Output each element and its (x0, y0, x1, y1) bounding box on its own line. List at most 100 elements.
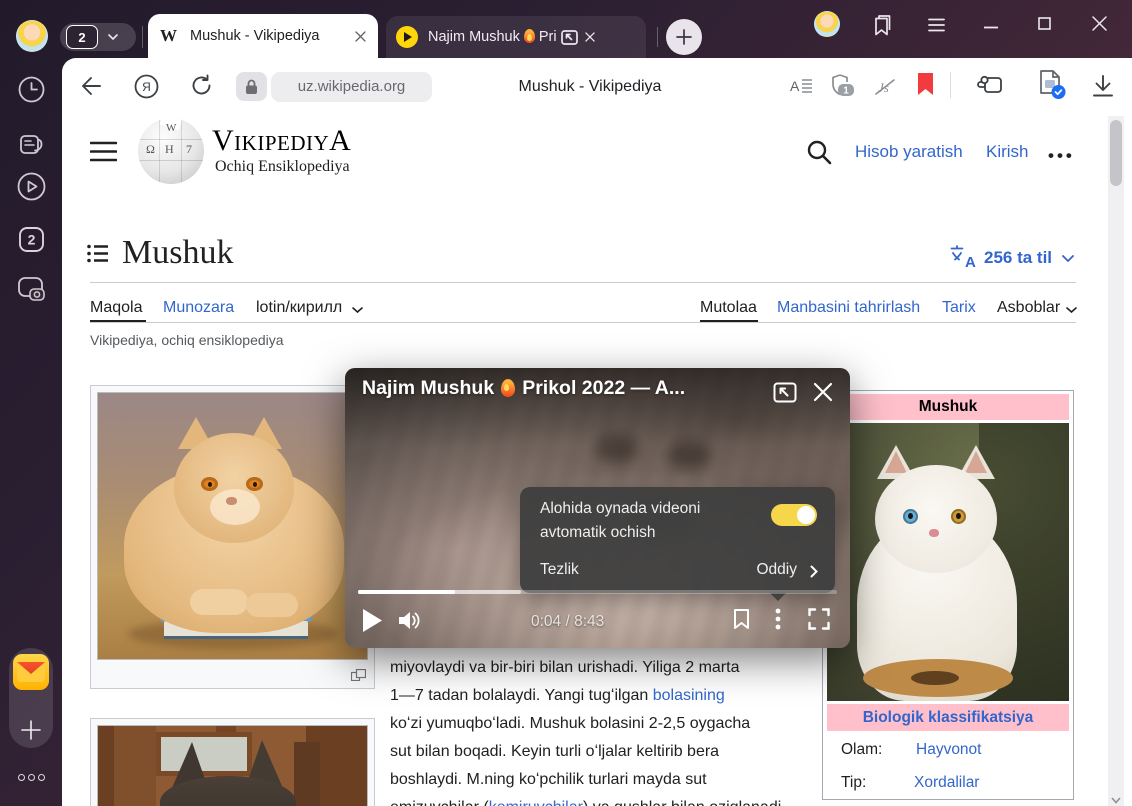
wiki-menu-icon[interactable] (90, 141, 117, 162)
close-window-icon[interactable] (1092, 16, 1107, 31)
scrollbar-thumb[interactable] (1110, 120, 1122, 186)
minimize-icon[interactable] (984, 26, 998, 29)
tab-title-pre: Najim Mushuk (428, 29, 520, 45)
articles-icon[interactable] (18, 131, 45, 158)
download-icon[interactable] (1092, 74, 1114, 98)
close-tab-icon[interactable] (585, 32, 595, 42)
screenshot-icon[interactable] (17, 276, 46, 304)
profile-avatar[interactable] (16, 20, 48, 52)
toolbar-divider (950, 72, 951, 98)
fullscreen-icon[interactable] (808, 608, 830, 630)
site-security-button[interactable] (236, 72, 267, 101)
thumbnail-frame (90, 385, 375, 689)
pip-close-icon[interactable] (813, 382, 833, 402)
toc-icon[interactable] (87, 244, 109, 263)
bookmarks-icon[interactable] (872, 14, 891, 37)
reader-mode-icon[interactable]: A (790, 76, 813, 96)
tab-read[interactable]: Mutolaa (700, 299, 757, 317)
translate-page-icon[interactable] (1036, 69, 1068, 101)
add-app-icon[interactable] (21, 720, 41, 740)
cat-on-book-image[interactable] (97, 392, 368, 660)
video-icon[interactable] (17, 172, 46, 201)
more-apps-icon[interactable] (17, 768, 46, 786)
tab-video[interactable]: Najim Mushuk Pri (386, 16, 646, 58)
lock-icon (245, 79, 258, 95)
browser-window: 2 W Mushuk - Vikipediya Najim Mushuk Pri (0, 0, 1132, 806)
body-line: koʻzi yumuqboʻladi. Mushuk bolasini 2-2,… (390, 714, 750, 734)
tab-title-post: Pri (539, 29, 557, 45)
wikipedia-favicon: W (160, 26, 177, 46)
tab-edit-source[interactable]: Manbasini tahrirlash (777, 299, 920, 317)
wiki-tagline: Ochiq Ensiklopediya (215, 158, 350, 176)
infobox-row-value[interactable]: Hayvonot (916, 741, 981, 759)
sync-avatar[interactable] (814, 11, 840, 37)
chevron-down-icon[interactable] (1066, 307, 1077, 313)
title-divider (90, 282, 1076, 283)
javascript-off-icon[interactable]: Js (874, 78, 898, 96)
wikipedia-globe-logo[interactable]: Ω H 7 W (138, 118, 204, 184)
tab-talk[interactable]: Munozara (163, 299, 234, 317)
wiki-wordmark[interactable]: VikipediyA (212, 124, 351, 158)
body-line: miyovlaydi va bir-biri bilan urishadi. Y… (390, 658, 739, 678)
play-favicon (396, 26, 418, 48)
history-icon[interactable] (18, 76, 45, 103)
chevron-down-icon (108, 34, 118, 40)
infobox-section-title[interactable]: Biologik klassifikatsiya (827, 704, 1069, 731)
tabs-panel-icon[interactable]: 2 (18, 226, 45, 253)
pip-indicator-icon[interactable] (561, 30, 578, 45)
scroll-down-icon[interactable] (1111, 797, 1121, 804)
more-options-kebab-icon[interactable] (775, 608, 781, 630)
tab-title: Mushuk - Vikipediya (190, 28, 355, 44)
yandex-services-icon[interactable]: Я (134, 74, 159, 99)
new-tab-button[interactable] (666, 19, 702, 55)
language-count[interactable]: 256 ta til (984, 248, 1052, 268)
url-field[interactable]: uz.wikipedia.org (271, 72, 432, 102)
search-icon[interactable] (806, 139, 832, 165)
tab-counter-button[interactable]: 2 (60, 23, 136, 51)
mail-app-icon[interactable] (13, 654, 49, 690)
tab-wikipedia[interactable]: W Mushuk - Vikipediya (148, 14, 378, 58)
pip-restore-icon[interactable] (773, 382, 797, 403)
svg-text:2: 2 (28, 232, 36, 248)
speed-label[interactable]: Tezlik (540, 561, 579, 579)
tabby-cat-image[interactable] (97, 725, 368, 806)
tabbar-divider (142, 26, 143, 48)
tab-article[interactable]: Maqola (90, 299, 142, 317)
svg-text:1: 1 (843, 86, 849, 97)
close-tab-icon[interactable] (355, 31, 366, 42)
ad-blocker-shield-icon[interactable]: 1 (830, 73, 857, 100)
infobox: Mushuk Biologik klassifikatsiya Olam: Ha… (822, 390, 1074, 800)
tools-menu[interactable]: Asboblar (997, 299, 1060, 317)
autopip-toggle[interactable] (771, 504, 817, 526)
login-link[interactable]: Kirish (986, 142, 1029, 162)
maximize-icon[interactable] (1038, 17, 1051, 30)
create-account-link[interactable]: Hisob yaratish (855, 142, 963, 162)
enlarge-icon[interactable] (351, 669, 366, 681)
pip-video-player[interactable]: Najim MushukPrikol 2022 — A... Alohida o… (345, 368, 850, 648)
bookmark-added-icon[interactable] (917, 73, 934, 96)
chevron-right-icon (810, 565, 818, 578)
reload-icon[interactable] (190, 74, 213, 97)
chevron-down-icon[interactable] (352, 307, 363, 313)
kitten-image[interactable] (827, 423, 1069, 701)
volume-icon[interactable] (398, 611, 422, 630)
chevron-down-icon[interactable] (1062, 255, 1074, 262)
bookmark-video-icon[interactable] (733, 608, 750, 630)
body-line: boshlaydi. M.ning koʻpchilik turlari may… (390, 770, 707, 790)
scrollbar[interactable] (1108, 116, 1124, 806)
tab-history[interactable]: Tarix (942, 299, 976, 317)
menu-icon[interactable] (928, 18, 945, 32)
video-progress-bar[interactable] (358, 590, 837, 594)
body-link[interactable]: kemiruvchilar (489, 799, 583, 806)
infobox-title: Mushuk (827, 394, 1069, 420)
speed-value[interactable]: Oddiy (757, 561, 798, 579)
script-switcher[interactable]: lotin/кирилл (256, 299, 342, 317)
infobox-row-value[interactable]: Xordalilar (914, 774, 979, 792)
body-link[interactable]: bolasining (653, 687, 725, 704)
language-icon[interactable]: A (950, 245, 977, 269)
more-options-icon[interactable]: ••• (1048, 146, 1075, 166)
video-title: Najim MushukPrikol 2022 — A... (362, 377, 685, 400)
back-icon[interactable] (80, 75, 102, 97)
play-icon[interactable] (362, 609, 382, 632)
passwords-icon[interactable] (976, 72, 1004, 99)
